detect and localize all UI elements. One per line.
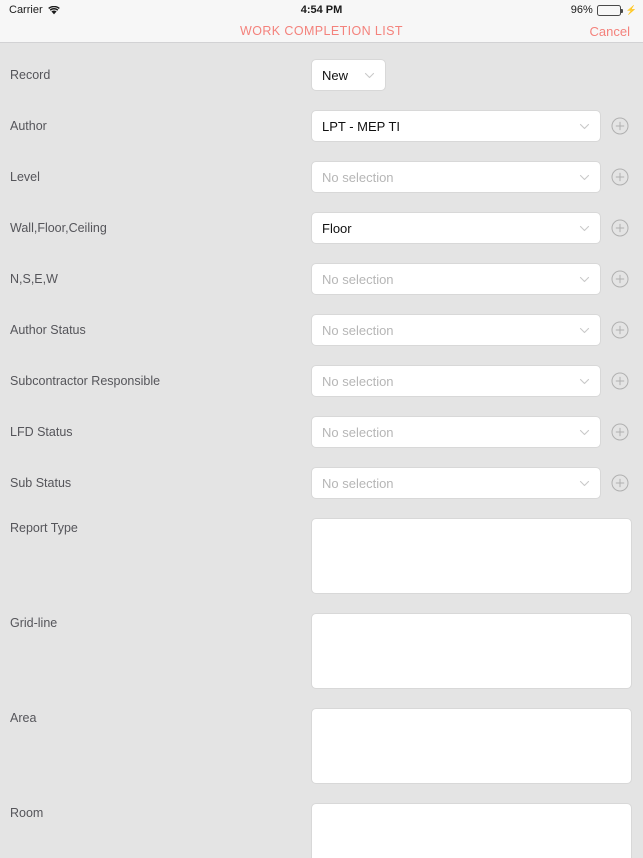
work-completion-form[interactable]: Record New Author LPT - MEP TI Level No selec… [0, 44, 643, 858]
field-label: Wall,Floor,Ceiling [10, 220, 107, 235]
add-item-button[interactable] [611, 423, 629, 441]
add-item-button[interactable] [611, 219, 629, 237]
field-label: Room [10, 806, 44, 820]
field-select[interactable]: Floor [311, 212, 601, 244]
chevron-down-icon [579, 427, 590, 438]
field-select[interactable]: No selection [311, 365, 601, 397]
chevron-down-icon [579, 325, 590, 336]
form-row: Report Type [0, 513, 643, 599]
field-label: Author [10, 118, 47, 133]
add-item-button[interactable] [611, 270, 629, 288]
form-row: Wall,Floor,Ceiling Floor [0, 207, 643, 249]
status-bar-left: Carrier [9, 4, 60, 16]
add-item-button[interactable] [611, 168, 629, 186]
navigation-bar: WORK COMPLETION LIST Cancel [0, 20, 643, 43]
chevron-down-icon [579, 478, 590, 489]
field-select-value: No selection [322, 373, 394, 389]
form-row: Subcontractor Responsible No selection [0, 360, 643, 402]
battery-icon [596, 4, 623, 16]
field-label: N,S,E,W [10, 271, 58, 286]
page-title: WORK COMPLETION LIST [240, 24, 403, 38]
form-row: Sub Status No selection [0, 462, 643, 504]
form-row: LFD Status No selection [0, 411, 643, 453]
field-label: Level [10, 169, 40, 184]
status-bar-clock: 4:54 PM [300, 4, 343, 16]
field-select-value: LPT - MEP TI [322, 118, 401, 134]
cancel-button[interactable]: Cancel [590, 24, 630, 39]
field-label: Subcontractor Responsible [10, 373, 161, 388]
field-select-value: No selection [322, 169, 394, 185]
chevron-down-icon [364, 70, 375, 81]
field-label: Report Type [10, 521, 78, 535]
field-select[interactable]: LPT - MEP TI [311, 110, 601, 142]
form-row: Area [0, 703, 643, 789]
lightning-bolt-icon: ⚡ [625, 4, 637, 15]
status-bar-right: 96% ⚡ [571, 4, 637, 16]
field-select[interactable]: No selection [311, 161, 601, 193]
add-item-button[interactable] [611, 117, 629, 135]
form-row: Grid-line [0, 608, 643, 694]
chevron-down-icon [579, 274, 590, 285]
add-item-button[interactable] [611, 321, 629, 339]
field-select-value: No selection [322, 322, 394, 338]
field-select-value: No selection [322, 475, 394, 491]
form-row: Record New [0, 54, 643, 96]
field-label: Area [10, 711, 37, 725]
form-row: Room [0, 798, 643, 858]
field-select-value: Floor [322, 220, 352, 236]
chevron-down-icon [579, 223, 590, 234]
field-select[interactable]: No selection [311, 314, 601, 346]
field-select-value: No selection [322, 271, 394, 287]
wifi-icon [47, 5, 60, 15]
status-bar: Carrier 4:54 PM 96% ⚡ [0, 0, 643, 20]
field-select[interactable]: New [311, 59, 386, 91]
battery-percent-label: 96% [570, 4, 593, 16]
field-textarea[interactable] [311, 518, 632, 594]
field-label: LFD Status [10, 424, 73, 439]
chevron-down-icon [579, 172, 590, 183]
chevron-down-icon [579, 376, 590, 387]
field-select-value: No selection [322, 424, 394, 440]
field-label: Record [10, 67, 51, 82]
form-row: Author LPT - MEP TI [0, 105, 643, 147]
form-row: N,S,E,W No selection [0, 258, 643, 300]
field-select-value: New [322, 67, 349, 83]
chevron-down-icon [579, 121, 590, 132]
form-row: Level No selection [0, 156, 643, 198]
field-label: Sub Status [10, 475, 72, 490]
add-item-button[interactable] [611, 372, 629, 390]
field-select[interactable]: No selection [311, 467, 601, 499]
form-row: Author Status No selection [0, 309, 643, 351]
field-select[interactable]: No selection [311, 416, 601, 448]
field-textarea[interactable] [311, 613, 632, 689]
carrier-label: Carrier [9, 4, 43, 16]
field-textarea[interactable] [311, 708, 632, 784]
field-label: Author Status [10, 322, 86, 337]
add-item-button[interactable] [611, 474, 629, 492]
field-label: Grid-line [10, 616, 58, 630]
field-textarea[interactable] [311, 803, 632, 858]
field-select[interactable]: No selection [311, 263, 601, 295]
